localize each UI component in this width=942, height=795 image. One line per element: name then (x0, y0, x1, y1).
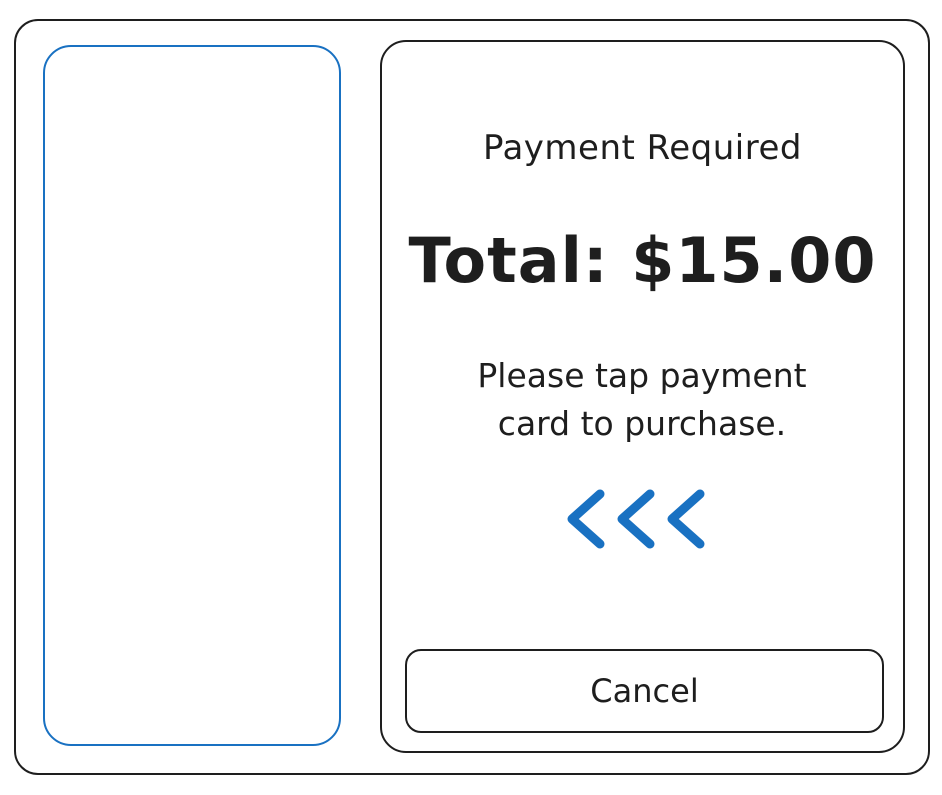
cancel-button[interactable]: Cancel (405, 649, 884, 733)
total-amount: Total: $15.00 (408, 224, 877, 297)
chevrons-left-icon (567, 489, 705, 549)
card-reader-area[interactable] (43, 45, 341, 746)
payment-screen: Payment Required Total: $15.00 Please ta… (380, 40, 905, 753)
page-title: Payment Required (483, 128, 802, 168)
tap-instructions: Please tap payment card to purchase. (477, 356, 807, 443)
